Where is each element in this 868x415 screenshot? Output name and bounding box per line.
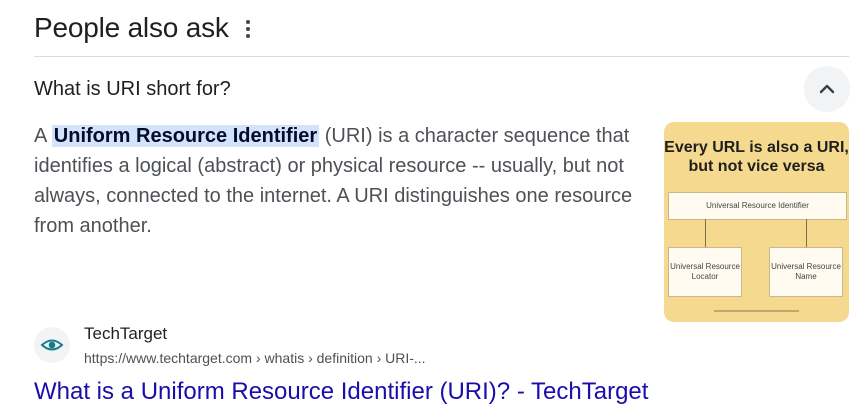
thumbnail-connector-left (705, 219, 706, 247)
answer-prefix: A (34, 125, 52, 147)
thumbnail-connector-right (806, 219, 807, 247)
eye-icon (40, 339, 64, 351)
answer-snippet: A Uniform Resource Identifier (URI) is a… (34, 121, 634, 241)
thumbnail-heading: Every URL is also a URI, but not vice ve… (664, 138, 849, 176)
thumbnail-left-box: Universal Resource Locator (668, 247, 742, 297)
answer-thumbnail[interactable]: Every URL is also a URI, but not vice ve… (664, 122, 849, 322)
question-text[interactable]: What is URI short for? (34, 78, 231, 101)
chevron-up-icon (819, 84, 835, 94)
answer-highlight: Uniform Resource Identifier (51, 125, 320, 147)
thumbnail-top-box: Universal Resource Identifier (668, 192, 847, 220)
thumbnail-footer-text (714, 310, 799, 312)
source-name[interactable]: TechTarget (84, 324, 167, 344)
source-favicon[interactable] (34, 327, 70, 363)
result-title-link[interactable]: What is a Uniform Resource Identifier (U… (34, 378, 648, 406)
collapse-button[interactable] (804, 66, 850, 112)
thumbnail-right-box: Universal Resource Name (769, 247, 843, 297)
more-options-icon[interactable] (238, 16, 258, 42)
people-also-ask-heading: People also ask (34, 12, 229, 43)
thumbnail-heading-line2: but not vice versa (688, 158, 825, 175)
divider (34, 56, 849, 57)
thumbnail-heading-line1: Every URL is also a URI, (664, 139, 849, 156)
source-url[interactable]: https://www.techtarget.com › whatis › de… (84, 350, 426, 366)
